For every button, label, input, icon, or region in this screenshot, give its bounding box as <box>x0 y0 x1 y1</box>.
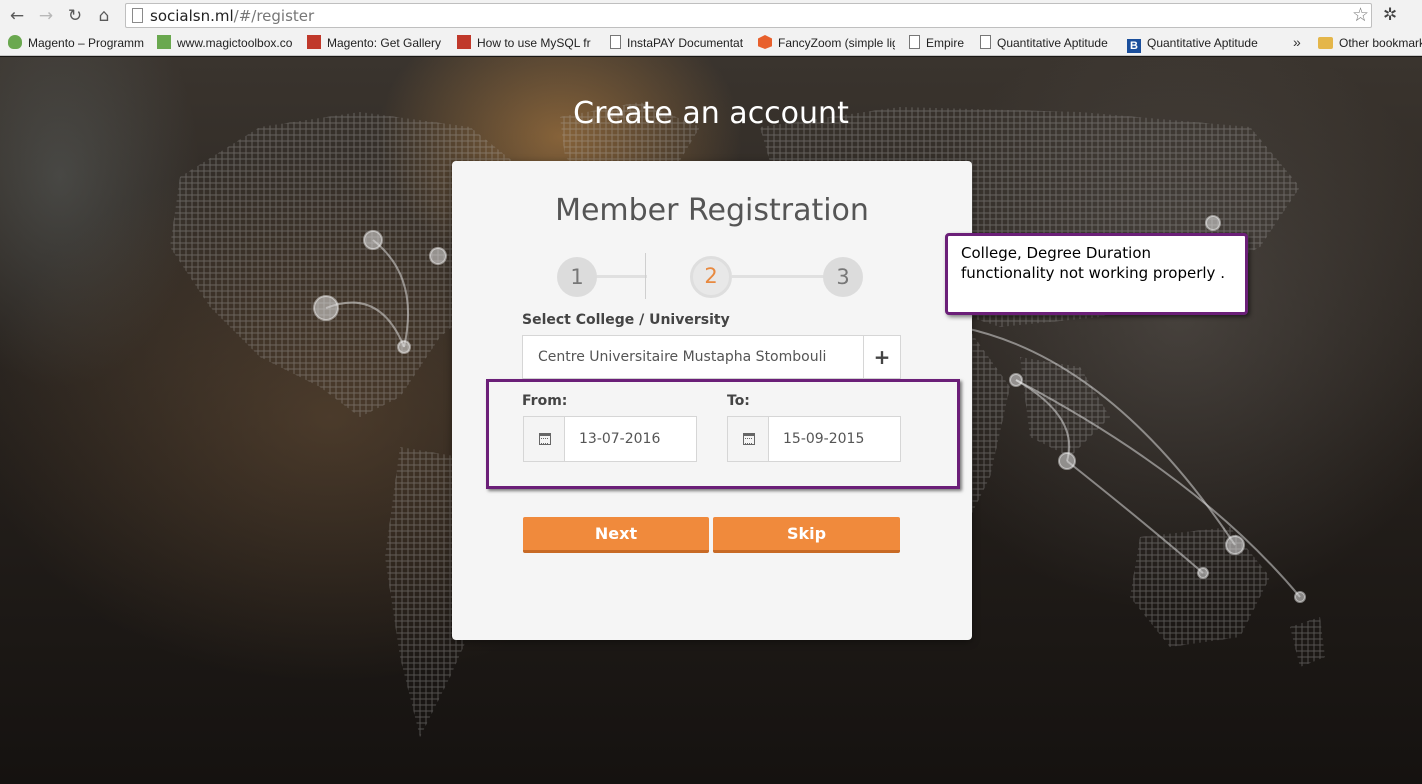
page-icon <box>132 8 143 23</box>
bookmark-item[interactable]: Quantitative Aptitude <box>980 35 1114 53</box>
annotation-line-1: College, Degree Duration <box>961 244 1152 262</box>
step-3[interactable]: 3 <box>823 257 863 297</box>
bookmark-red-icon <box>457 35 471 49</box>
bookmarks-overflow-chevron-icon[interactable]: » <box>1293 34 1301 50</box>
other-bookmarks[interactable]: Other bookmarks <box>1318 35 1422 53</box>
registration-title: Member Registration <box>555 193 869 228</box>
bookmark-item[interactable]: FancyZoom (simple lig <box>758 35 895 53</box>
bookmark-item[interactable]: www.magictoolbox.co <box>157 35 294 53</box>
step-divider <box>645 253 646 299</box>
address-bar[interactable]: socialsn.ml/#/register ☆ <box>125 3 1372 28</box>
college-label: Select College / University <box>522 312 730 328</box>
b-logo-icon: B <box>1127 39 1141 53</box>
page-title: Create an account <box>573 96 849 131</box>
page-icon <box>909 35 920 49</box>
page-icon <box>980 35 991 49</box>
magento-icon <box>8 35 22 49</box>
bookmark-item[interactable]: Empire <box>909 35 969 53</box>
next-button[interactable]: Next <box>523 517 709 553</box>
browser-toolbar: ← → ↻ ⌂ socialsn.ml/#/register ☆ ✲ <box>0 0 1422 31</box>
bookmark-item[interactable]: InstaPAY Documentat <box>610 35 745 53</box>
folder-icon <box>1318 37 1333 49</box>
bookmark-item[interactable]: How to use MySQL fr <box>457 35 594 53</box>
back-button[interactable]: ← <box>6 5 28 27</box>
bookmark-item[interactable]: Magento: Get Gallery <box>307 35 443 53</box>
add-college-button[interactable]: + <box>864 335 901 379</box>
bookmark-red-icon <box>307 35 321 49</box>
page-icon <box>610 35 621 49</box>
forward-button[interactable]: → <box>35 5 57 27</box>
skip-button[interactable]: Skip <box>713 517 900 553</box>
reload-button[interactable]: ↻ <box>64 5 86 27</box>
bookmark-item[interactable]: Magento – Programm <box>8 35 145 53</box>
url-text: socialsn.ml/#/register <box>150 7 315 25</box>
extension-icon[interactable]: ✲ <box>1383 5 1397 25</box>
annotation-note: College, Degree Duration functionality n… <box>945 233 1248 315</box>
magictoolbox-icon <box>157 35 171 49</box>
highlight-box <box>486 379 960 489</box>
bookmark-star-icon[interactable]: ☆ <box>1352 4 1369 26</box>
college-select[interactable]: Centre Universitaire Mustapha Stombouli <box>522 335 864 379</box>
step-2-active[interactable]: 2 <box>690 256 732 298</box>
home-button[interactable]: ⌂ <box>93 5 115 27</box>
step-1[interactable]: 1 <box>557 257 597 297</box>
magento-logo-icon <box>758 35 772 49</box>
annotation-line-2: functionality not working properly . <box>961 264 1225 282</box>
bookmarks-bar: Magento – Programm www.magictoolbox.co M… <box>0 31 1422 56</box>
step-connector <box>732 275 827 278</box>
bookmark-item[interactable]: B Quantitative Aptitude <box>1127 35 1264 53</box>
